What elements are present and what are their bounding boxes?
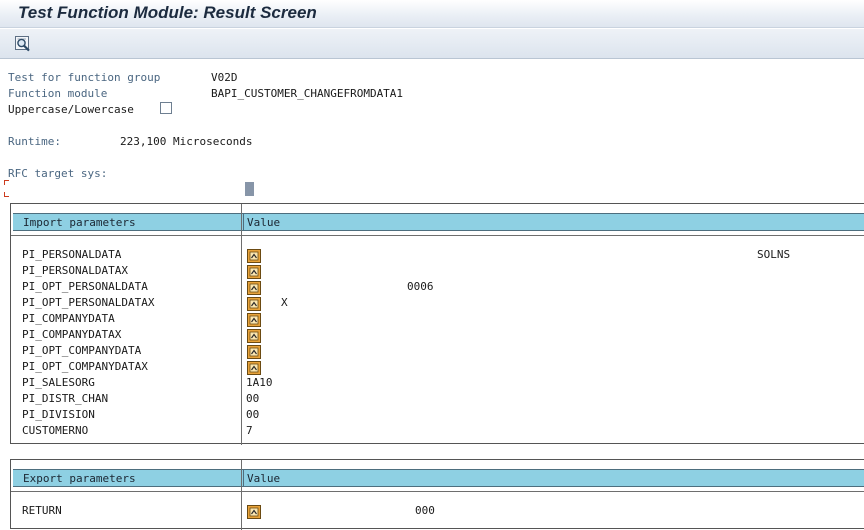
find-icon — [15, 36, 30, 52]
rfc-target-input[interactable] — [245, 182, 254, 196]
parameter-name: CUSTOMERNO — [22, 424, 89, 437]
application-toolbar — [0, 29, 864, 59]
structure-details-icon[interactable] — [247, 264, 261, 279]
import-parameter-row: PI_DIVISION 00 — [11, 407, 864, 423]
parameter-name: PI_OPT_COMPANYDATAX — [22, 360, 148, 373]
import-parameters-column-header: Import parameters — [23, 216, 136, 229]
parameter-name: PI_DIVISION — [22, 408, 95, 421]
case-sensitivity-checkbox[interactable] — [160, 102, 172, 114]
parameter-value: 0006 — [407, 280, 434, 293]
import-parameter-row: PI_COMPANYDATAX — [11, 327, 864, 343]
find-button[interactable] — [12, 34, 34, 54]
export-parameter-row: RETURN 000 — [11, 503, 864, 519]
parameter-name: PI_DISTR_CHAN — [22, 392, 109, 405]
parameter-value: 7 — [246, 424, 253, 437]
rfc-target-label: RFC target sys: — [8, 167, 108, 180]
structure-details-icon[interactable] — [247, 328, 261, 343]
runtime-label: Runtime: — [8, 135, 61, 148]
window-title: Test Function Module: Result Screen — [18, 3, 317, 22]
function-module-label: Function module — [8, 87, 108, 100]
structure-details-icon[interactable] — [247, 296, 261, 311]
parameter-value: 00 — [246, 408, 260, 421]
import-parameter-row: CUSTOMERNO 7 — [11, 423, 864, 439]
export-parameters-header: Export parameters Value — [13, 469, 864, 487]
structure-details-icon[interactable] — [247, 360, 261, 375]
function-group-label: Test for function group — [8, 71, 161, 84]
import-value-column-header: Value — [247, 216, 281, 229]
header-divider — [11, 235, 864, 236]
header-separator — [243, 470, 244, 486]
parameter-name: PI_COMPANYDATA — [22, 312, 115, 325]
parameter-value: X — [281, 296, 288, 309]
import-parameter-row: PI_PERSONALDATA SOLNS — [11, 247, 864, 263]
export-parameters-panel: Export parameters Value RETURN 000 — [10, 459, 864, 530]
parameter-name: PI_OPT_COMPANYDATA — [22, 344, 142, 357]
structure-details-icon[interactable] — [247, 248, 261, 263]
parameter-name: PI_PERSONALDATA — [22, 248, 122, 261]
case-sensitivity-label: Uppercase/Lowercase — [8, 103, 134, 116]
export-parameters-column-header: Export parameters — [23, 472, 136, 485]
parameter-name: PI_OPT_PERSONALDATA — [22, 280, 148, 293]
header-divider — [11, 491, 864, 492]
header-separator — [243, 214, 244, 230]
import-parameter-row: PI_PERSONALDATAX — [11, 263, 864, 279]
export-value-column-header: Value — [247, 472, 281, 485]
function-group-value: V02D — [211, 71, 238, 84]
structure-details-icon[interactable] — [247, 312, 261, 327]
parameter-value: 000 — [415, 504, 435, 517]
rfc-field-corner-top — [4, 180, 9, 185]
rfc-field-corner-bottom — [4, 192, 9, 197]
parameter-name: PI_PERSONALDATAX — [22, 264, 128, 277]
import-parameters-panel: Import parameters Value PI_PERSONALDATA S… — [10, 203, 864, 445]
import-parameter-row: PI_OPT_COMPANYDATA — [11, 343, 864, 359]
import-parameter-row: PI_OPT_PERSONALDATAX X — [11, 295, 864, 311]
runtime-value: 223,100 Microseconds — [120, 135, 253, 148]
import-parameter-row: PI_OPT_COMPANYDATAX — [11, 359, 864, 375]
structure-details-icon[interactable] — [247, 280, 261, 295]
import-parameter-row: PI_DISTR_CHAN 00 — [11, 391, 864, 407]
parameter-value: SOLNS — [757, 248, 791, 261]
parameter-name: PI_SALESORG — [22, 376, 95, 389]
title-bar: Test Function Module: Result Screen — [0, 0, 864, 28]
import-parameters-header: Import parameters Value — [13, 213, 864, 231]
parameter-name: PI_OPT_PERSONALDATAX — [22, 296, 155, 309]
import-parameter-row: PI_OPT_PERSONALDATA 0006 — [11, 279, 864, 295]
parameter-value: 1A10 — [246, 376, 273, 389]
import-parameter-row: PI_COMPANYDATA — [11, 311, 864, 327]
structure-details-icon[interactable] — [247, 344, 261, 359]
parameter-name: RETURN — [22, 504, 62, 517]
function-module-value: BAPI_CUSTOMER_CHANGEFROMDATA1 — [211, 87, 404, 100]
parameter-value: 00 — [246, 392, 260, 405]
import-parameter-row: PI_SALESORG 1A10 — [11, 375, 864, 391]
parameter-name: PI_COMPANYDATAX — [22, 328, 122, 341]
column-divider — [241, 460, 242, 530]
structure-details-icon[interactable] — [247, 504, 261, 519]
